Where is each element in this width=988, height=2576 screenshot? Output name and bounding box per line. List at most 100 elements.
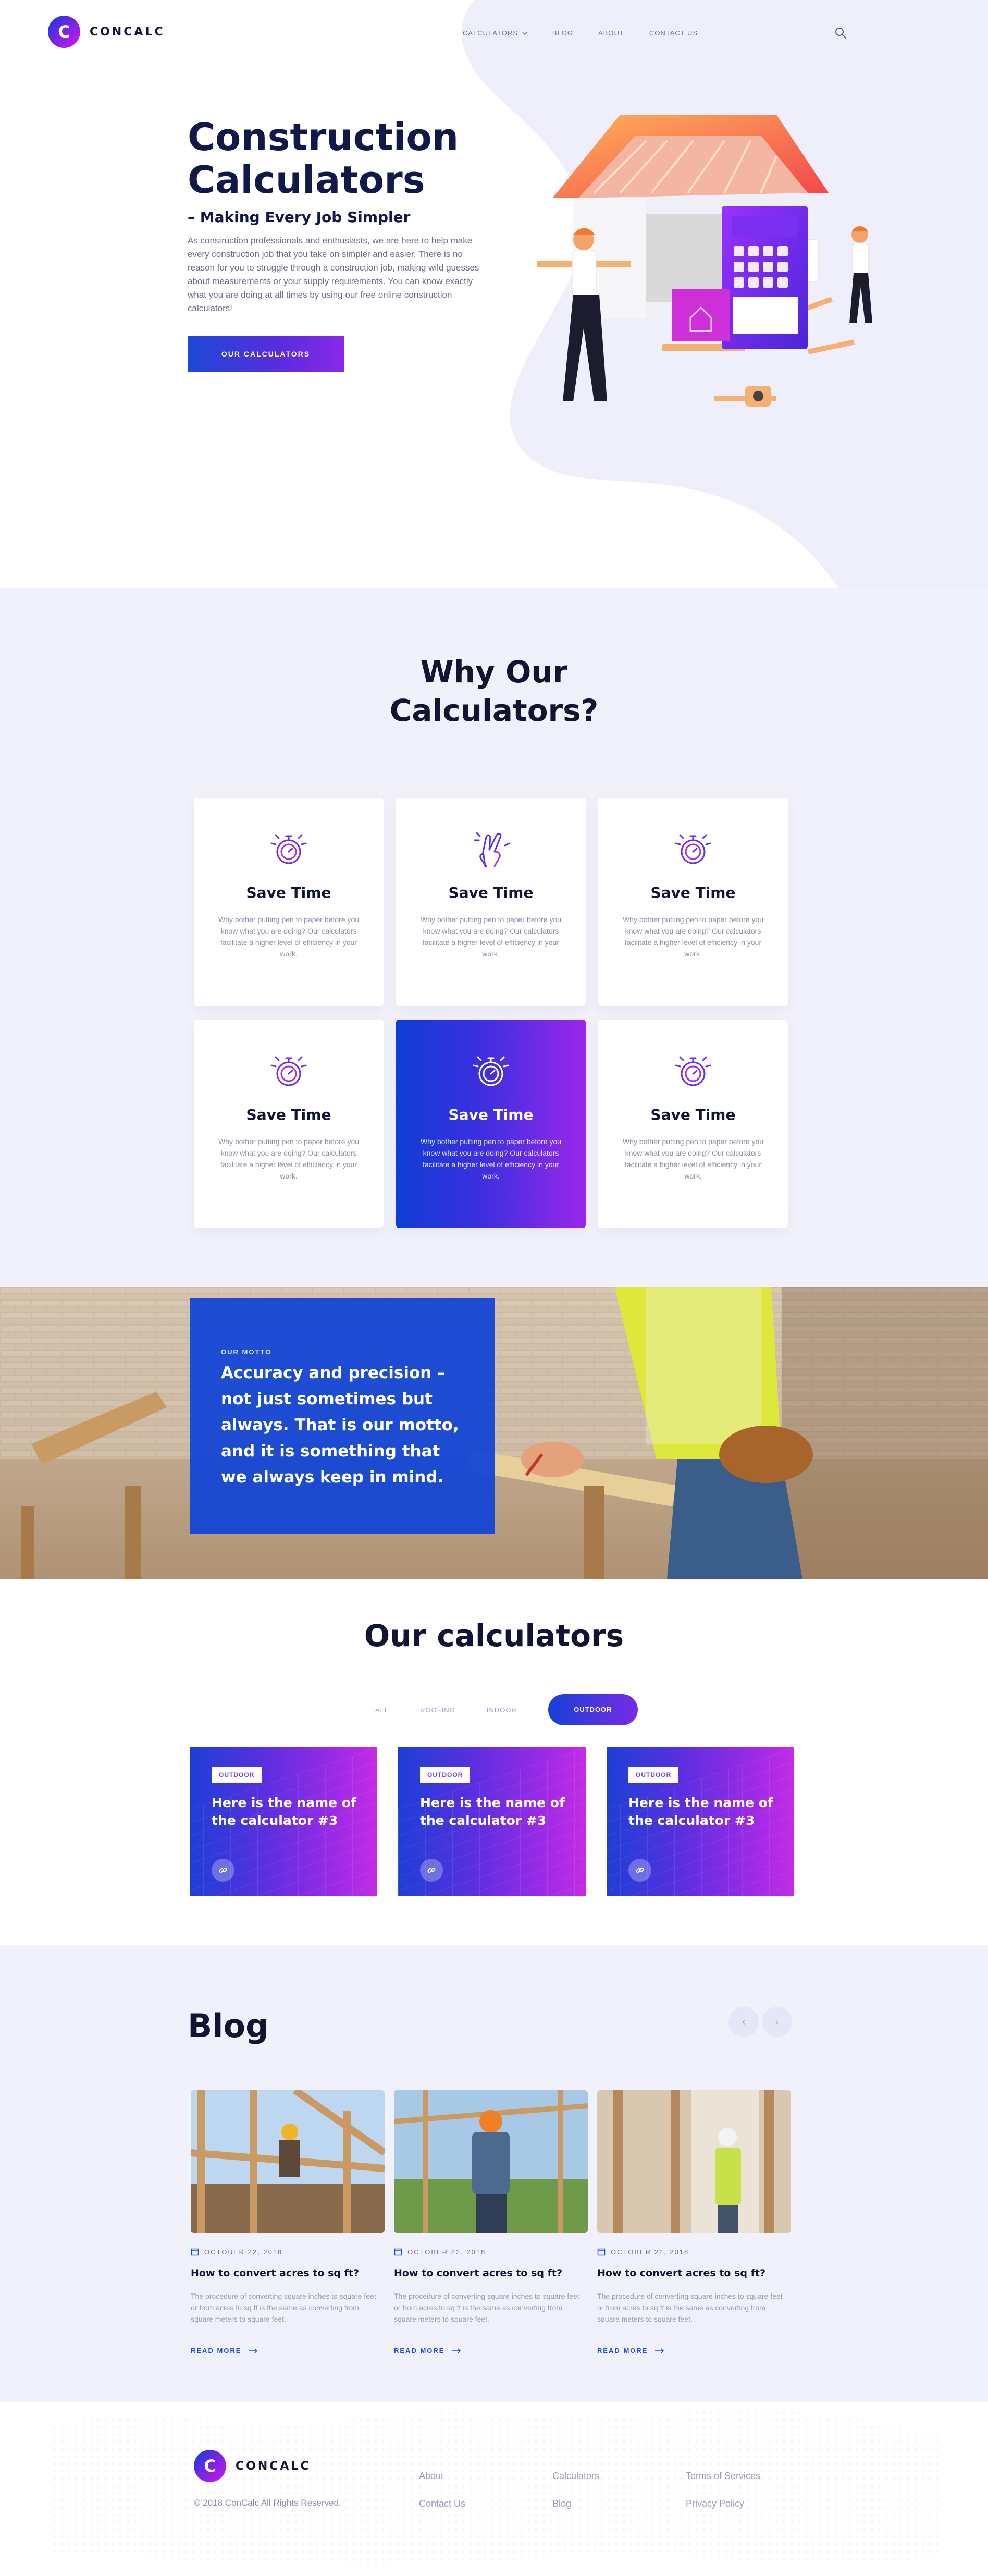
card-title: Save Time — [650, 1106, 736, 1123]
card-text: Why bother putting pen to paper before y… — [420, 1137, 562, 1180]
filter-roofing[interactable]: ROOFING — [420, 1706, 455, 1714]
nav-about[interactable]: ABOUT — [598, 29, 624, 37]
footer-column-1: About Contact Us — [419, 2471, 465, 2509]
post-date: OCTOBER 22, 2018 — [394, 2248, 588, 2256]
stopwatch-icon — [270, 1056, 307, 1086]
post-title[interactable]: How to convert acres to sq ft? — [597, 2267, 791, 2279]
filter-indoor[interactable]: INDOOR — [487, 1706, 517, 1714]
calculator-grid: OUTDOOR Here is the name of the calculat… — [190, 1747, 794, 1896]
search-icon[interactable] — [834, 26, 848, 41]
read-more-link[interactable]: READ MORE — [191, 2347, 385, 2354]
filter-all[interactable]: ALL — [375, 1706, 389, 1714]
calculator-tag: OUTDOOR — [212, 1767, 262, 1783]
motto-label: OUR MOTTO — [221, 1348, 272, 1356]
blog-post-image[interactable] — [394, 2090, 588, 2233]
footer-brand-logo[interactable]: C CONCALC — [194, 2450, 311, 2482]
stopwatch-icon — [270, 834, 307, 864]
footer-link-calculators[interactable]: Calculators — [552, 2471, 599, 2482]
card-title: Save Time — [448, 884, 534, 901]
feature-card[interactable]: Save Time Why bother putting pen to pape… — [396, 798, 586, 1006]
footer-link-about[interactable]: About — [419, 2471, 465, 2482]
feature-card[interactable]: Save Time Why bother putting pen to pape… — [598, 798, 788, 1006]
chevron-left-icon[interactable]: ‹ — [728, 2007, 759, 2037]
post-description: The procedure of converting square inche… — [191, 2292, 376, 2323]
calculator-card[interactable]: OUTDOOR Here is the name of the calculat… — [190, 1747, 377, 1896]
footer-column-3: Terms of Services Privacy Policy — [686, 2471, 760, 2509]
link-icon[interactable] — [628, 1859, 651, 1882]
post-title[interactable]: How to convert acres to sq ft? — [394, 2267, 588, 2279]
nav-calculators[interactable]: CALCULATORS — [463, 29, 527, 37]
post-description: The procedure of converting square inche… — [597, 2292, 783, 2323]
stopwatch-icon — [473, 1056, 509, 1086]
feature-card[interactable]: Save Time Why bother putting pen to pape… — [598, 1020, 788, 1228]
post-date: OCTOBER 22, 2018 — [191, 2248, 385, 2256]
blog-posts: OCTOBER 22, 2018 How to convert acres to… — [191, 2090, 791, 2354]
why-section: Why Our Calculators? Save Time Why bother… — [0, 588, 988, 1287]
card-text: Why bother putting pen to paper before y… — [622, 1137, 764, 1180]
filter-outdoor[interactable]: OUTDOOR — [548, 1694, 638, 1725]
calculator-name: Here is the name of the calculator #3 — [420, 1795, 565, 1828]
stopwatch-icon — [675, 834, 711, 864]
calculator-card[interactable]: OUTDOOR Here is the name of the calculat… — [607, 1747, 794, 1896]
card-text: Why bother putting pen to paper before y… — [218, 915, 360, 958]
calculator-card[interactable]: OUTDOOR Here is the name of the calculat… — [398, 1747, 586, 1896]
card-title: Save Time — [650, 884, 736, 901]
nav-blog[interactable]: BLOG — [552, 29, 573, 37]
footer-link-blog[interactable]: Blog — [552, 2498, 599, 2509]
feature-card[interactable]: Save Time Why bother putting pen to pape… — [194, 1020, 384, 1228]
blog-post-image[interactable] — [191, 2090, 385, 2233]
blog-section: Blog ‹ › OCTOBER 22, 2018 How to convert… — [0, 1945, 988, 2402]
feature-card[interactable]: Save Time Why bother putting pen to pape… — [194, 798, 384, 1006]
feature-card-active[interactable]: Save Time Why bother putting pen to pape… — [396, 1020, 586, 1228]
our-calculators-button[interactable]: OUR CALCULATORS — [188, 336, 344, 372]
post-date: OCTOBER 22, 2018 — [597, 2248, 791, 2256]
fingers-crossed-icon — [474, 832, 510, 867]
motto-box: OUR MOTTO Accuracy and precision – not j… — [190, 1298, 495, 1534]
footer-link-contact-us[interactable]: Contact Us — [419, 2498, 465, 2509]
chevron-right-icon[interactable]: › — [762, 2007, 792, 2037]
arrow-right-icon — [249, 2348, 258, 2353]
calendar-icon — [191, 2248, 199, 2256]
footer-map-pattern — [52, 2409, 938, 2567]
hero-description: As construction professionals and enthus… — [188, 236, 479, 313]
footer-link-terms[interactable]: Terms of Services — [686, 2471, 760, 2482]
blog-carousel-controls: ‹ › — [728, 2007, 792, 2037]
calculator-tag: OUTDOOR — [420, 1767, 471, 1783]
calendar-icon — [597, 2248, 606, 2256]
footer-link-privacy[interactable]: Privacy Policy — [686, 2498, 760, 2509]
logo-mark-icon: C — [194, 2450, 226, 2482]
calculators-title: Our calculators — [364, 1618, 624, 1653]
post-title[interactable]: How to convert acres to sq ft? — [191, 2267, 385, 2279]
card-title: Save Time — [246, 1106, 331, 1123]
link-icon[interactable] — [212, 1859, 234, 1882]
card-text: Why bother putting pen to paper before y… — [622, 915, 764, 958]
page: C CONCALC CALCULATORS BLOG ABOUT CONTACT… — [0, 0, 988, 2576]
brand-logo[interactable]: C CONCALC — [48, 16, 165, 48]
footer-column-2: Calculators Blog — [552, 2471, 599, 2509]
footer-brand-name: CONCALC — [236, 2459, 311, 2473]
post-description: The procedure of converting square inche… — [394, 2292, 579, 2323]
read-more-link[interactable]: READ MORE — [597, 2347, 791, 2354]
calculator-filters: ALL ROOFING INDOOR OUTDOOR — [375, 1694, 638, 1725]
card-text: Why bother putting pen to paper before y… — [218, 1137, 360, 1180]
copyright: © 2018 ConCalc All Rights Reserved. — [194, 2498, 341, 2508]
blog-post: OCTOBER 22, 2018 How to convert acres to… — [191, 2090, 385, 2354]
logo-mark-icon: C — [48, 16, 80, 48]
blog-post-image[interactable] — [597, 2090, 791, 2233]
main-nav: CALCULATORS BLOG ABOUT CONTACT US — [463, 29, 698, 37]
blog-post: OCTOBER 22, 2018 How to convert acres to… — [597, 2090, 791, 2354]
read-more-link[interactable]: READ MORE — [394, 2347, 588, 2354]
blog-post: OCTOBER 22, 2018 How to convert acres to… — [394, 2090, 588, 2354]
card-title: Save Time — [448, 1106, 534, 1123]
calculator-tag: OUTDOOR — [628, 1767, 679, 1783]
hero: Construction Calculators – Making Every J… — [188, 116, 490, 372]
site-footer: C CONCALC © 2018 ConCalc All Rights Rese… — [0, 2402, 988, 2576]
nav-contact-us[interactable]: CONTACT US — [649, 29, 698, 37]
hero-title: Construction Calculators — [188, 115, 459, 202]
link-icon[interactable] — [420, 1859, 443, 1882]
motto-section: OUR MOTTO Accuracy and precision – not j… — [0, 1287, 988, 1579]
hero-subtitle: – Making Every Job Simpler — [188, 208, 411, 226]
chevron-down-icon — [522, 31, 527, 35]
arrow-right-icon — [452, 2348, 461, 2353]
why-title: Why Our Calculators? — [389, 654, 599, 728]
